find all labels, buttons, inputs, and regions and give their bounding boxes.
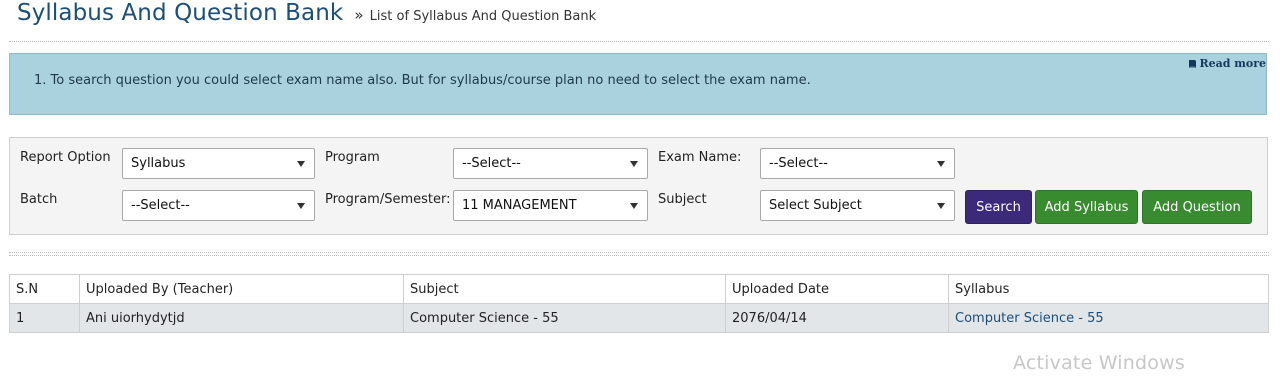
column-header-uploaded-date: Uploaded Date [725, 274, 949, 304]
report-option-label: Report Option [20, 150, 111, 165]
cell-subject: Computer Science - 55 [403, 303, 726, 333]
chevron-down-icon [297, 161, 305, 167]
activate-windows-watermark: Activate Windows [1013, 352, 1185, 374]
exam-name-value: --Select-- [769, 156, 828, 171]
subject-value: Select Subject [769, 198, 862, 213]
cell-uploaded-by: Ani uiorhydytjd [79, 303, 404, 333]
chevron-down-icon [937, 203, 945, 209]
cell-sn: 1 [9, 303, 80, 333]
filter-panel: Report Option Syllabus Program --Select-… [9, 137, 1268, 235]
program-select[interactable]: --Select-- [453, 148, 648, 179]
column-header-uploaded-by: Uploaded By (Teacher) [79, 274, 404, 304]
search-button[interactable]: Search [965, 190, 1032, 224]
program-semester-label: Program/Semester: [325, 192, 451, 207]
table-header-row: S.N Uploaded By (Teacher) Subject Upload… [9, 274, 1269, 304]
report-option-value: Syllabus [131, 156, 186, 171]
column-header-syllabus: Syllabus [948, 274, 1269, 304]
subject-label: Subject [658, 192, 707, 207]
chevron-down-icon [630, 161, 638, 167]
info-box: 1. To search question you could select e… [9, 53, 1267, 115]
divider [9, 41, 1269, 42]
subject-select[interactable]: Select Subject [760, 190, 955, 221]
table-row: 1 Ani uiorhydytjd Computer Science - 55 … [9, 303, 1269, 333]
chevron-down-icon [937, 161, 945, 167]
chevron-down-icon [297, 203, 305, 209]
book-icon [1189, 59, 1197, 68]
column-header-sn: S.N [9, 274, 80, 304]
chevron-down-icon [630, 203, 638, 209]
syllabus-link[interactable]: Computer Science - 55 [955, 311, 1104, 326]
read-more-label: Read more [1199, 57, 1266, 70]
exam-name-select[interactable]: --Select-- [760, 148, 955, 179]
batch-value: --Select-- [131, 198, 190, 213]
batch-label: Batch [20, 192, 58, 207]
breadcrumb: » List of Syllabus And Question Bank [354, 6, 596, 24]
program-semester-select[interactable]: 11 MANAGEMENT [453, 190, 648, 221]
column-header-subject: Subject [403, 274, 726, 304]
breadcrumb-separator: » [354, 6, 364, 24]
divider [9, 255, 1269, 256]
program-label: Program [325, 150, 380, 165]
syllabus-table: S.N Uploaded By (Teacher) Subject Upload… [9, 274, 1269, 333]
info-text: 1. To search question you could select e… [34, 73, 811, 88]
breadcrumb-text: List of Syllabus And Question Bank [369, 9, 597, 24]
exam-name-label: Exam Name: [658, 150, 742, 165]
page-header: Syllabus And Question Bank » List of Syl… [17, 0, 596, 36]
page-title: Syllabus And Question Bank [17, 0, 344, 26]
add-question-button[interactable]: Add Question [1142, 190, 1252, 224]
cell-syllabus: Computer Science - 55 [948, 303, 1269, 333]
cell-uploaded-date: 2076/04/14 [725, 303, 949, 333]
program-semester-value: 11 MANAGEMENT [462, 198, 577, 213]
report-option-select[interactable]: Syllabus [122, 148, 315, 179]
read-more-link[interactable]: Read more [1188, 57, 1266, 70]
divider [9, 252, 1269, 253]
add-syllabus-button[interactable]: Add Syllabus [1035, 190, 1138, 224]
program-value: --Select-- [462, 156, 521, 171]
batch-select[interactable]: --Select-- [122, 190, 315, 221]
